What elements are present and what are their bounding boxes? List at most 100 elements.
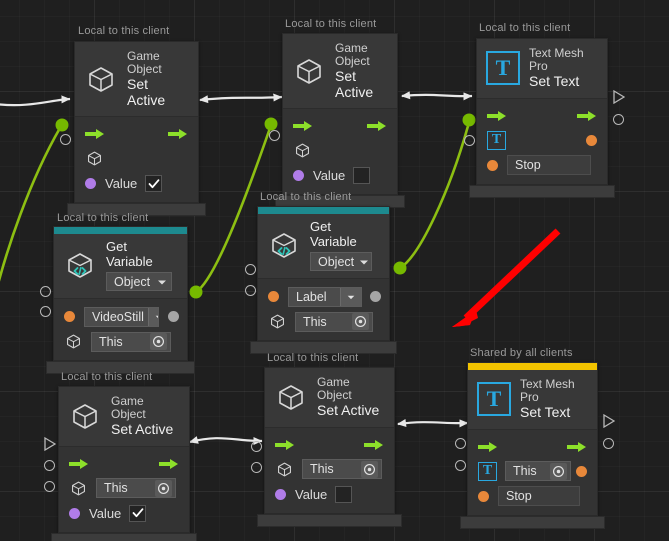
- value-checkbox[interactable]: [353, 167, 371, 185]
- port-gv1-in-b[interactable]: [40, 306, 51, 317]
- tmp-target-row[interactable]: T: [477, 128, 607, 153]
- object-port-dot[interactable]: [275, 488, 286, 500]
- value-input-row[interactable]: Value: [283, 163, 397, 188]
- port-object-in-2[interactable]: [269, 130, 280, 141]
- port-string-in-8[interactable]: [455, 460, 466, 471]
- port-flow-in-6[interactable]: [44, 437, 56, 451]
- text-value-field[interactable]: Stop: [498, 486, 580, 507]
- flow-out-arrow-icon[interactable]: [159, 458, 179, 470]
- flow-out-arrow-icon[interactable]: [567, 441, 587, 453]
- target-picker-icon[interactable]: [361, 460, 378, 478]
- flow-in-arrow-icon[interactable]: [293, 120, 313, 132]
- node-get-variable-1[interactable]: Get Variable Object VideoStill This: [46, 226, 195, 375]
- source-object-value: This: [303, 314, 327, 329]
- node-get-variable-2[interactable]: Get Variable Object Label This: [250, 206, 397, 355]
- node-set-text-2[interactable]: T Text Mesh Pro Set Text T This Stop: [460, 362, 605, 529]
- object-input-row[interactable]: [283, 138, 397, 163]
- value-checkbox[interactable]: [145, 175, 163, 193]
- variable-dropdown[interactable]: VideoStill: [84, 306, 159, 327]
- target-picker-icon[interactable]: [352, 313, 369, 331]
- flow-row: [283, 114, 397, 138]
- flow-wire-7-8: [397, 419, 469, 428]
- value-input-row[interactable]: Value: [75, 171, 198, 196]
- value-input-row[interactable]: Value: [59, 501, 189, 526]
- node-header: Get Variable Object: [54, 234, 187, 300]
- tmp-target-row[interactable]: T This: [468, 459, 597, 484]
- source-object-row[interactable]: This: [265, 457, 394, 482]
- flow-out-arrow-icon[interactable]: [577, 110, 597, 122]
- variable-dropdown[interactable]: Label: [288, 286, 362, 307]
- node-header: Game Object Set Active: [59, 387, 189, 447]
- flow-in-arrow-icon[interactable]: [275, 439, 295, 451]
- target-picker-icon[interactable]: [550, 462, 567, 480]
- value-input-row[interactable]: Value: [265, 482, 394, 507]
- text-input-row[interactable]: Stop: [468, 484, 597, 509]
- string-port-dot[interactable]: [487, 159, 498, 171]
- target-picker-icon[interactable]: [150, 333, 167, 351]
- object-port-dot[interactable]: [85, 178, 96, 190]
- dropdown-button[interactable]: [340, 287, 361, 306]
- object-input-row[interactable]: [75, 146, 198, 171]
- value-checkbox[interactable]: [129, 504, 147, 522]
- port-object-in-7[interactable]: [251, 441, 262, 452]
- port-string-out-8[interactable]: [603, 438, 614, 449]
- port-tmp-in-3[interactable]: [464, 135, 475, 146]
- port-object-in-1[interactable]: [60, 134, 71, 145]
- port-flow-out-8[interactable]: [603, 414, 615, 428]
- node-set-active-3[interactable]: Game Object Set Active This Value: [51, 386, 197, 541]
- source-object-row[interactable]: This: [258, 309, 389, 334]
- graph-canvas[interactable]: Local to this client Game Object Set Act…: [0, 0, 669, 541]
- flow-in-arrow-icon[interactable]: [69, 458, 89, 470]
- port-gv2-in-a[interactable]: [245, 264, 256, 275]
- object-port-dot[interactable]: [69, 507, 80, 519]
- string-port-dot[interactable]: [478, 490, 489, 502]
- node-set-active-1[interactable]: Game Object Set Active Value: [67, 41, 206, 217]
- chevron-down-icon: [347, 295, 355, 299]
- string-out-port-dot[interactable]: [576, 465, 587, 477]
- target-object-field[interactable]: This: [505, 461, 571, 482]
- port-object-in-6[interactable]: [44, 460, 55, 471]
- port-flow-out-3[interactable]: [613, 90, 625, 104]
- port-value-in-7[interactable]: [251, 462, 262, 473]
- flow-in-arrow-icon[interactable]: [487, 110, 507, 122]
- node-set-active-2[interactable]: Game Object Set Active Value: [275, 33, 405, 209]
- source-object-row[interactable]: This: [54, 329, 187, 354]
- object-port-dot[interactable]: [293, 170, 304, 182]
- port-gv1-in-a[interactable]: [40, 286, 51, 297]
- port-tmp-in-8[interactable]: [455, 438, 466, 449]
- source-object-field[interactable]: This: [91, 331, 171, 352]
- value-checkbox[interactable]: [335, 485, 353, 503]
- output-port-dot[interactable]: [370, 291, 381, 303]
- variable-name-row[interactable]: Label: [258, 284, 389, 309]
- port-gv2-in-b[interactable]: [245, 285, 256, 296]
- flow-out-arrow-icon[interactable]: [367, 120, 387, 132]
- flow-in-arrow-icon[interactable]: [478, 441, 498, 453]
- type-dropdown[interactable]: Object: [310, 252, 372, 272]
- variable-dropdown-value: Label: [296, 289, 327, 304]
- source-object-row[interactable]: This: [59, 476, 189, 501]
- string-port-dot[interactable]: [268, 291, 279, 303]
- node-footer: [51, 532, 197, 541]
- type-dropdown[interactable]: Object: [106, 272, 172, 292]
- source-object-field[interactable]: This: [295, 311, 373, 332]
- source-object-field[interactable]: This: [96, 478, 176, 499]
- string-out-port-dot[interactable]: [586, 134, 597, 146]
- flow-out-arrow-icon[interactable]: [168, 128, 188, 140]
- output-port-dot[interactable]: [168, 311, 179, 323]
- scope-accent-bar: [468, 363, 597, 370]
- source-object-field[interactable]: This: [302, 459, 382, 480]
- text-input-row[interactable]: Stop: [477, 153, 607, 178]
- port-string-out-3[interactable]: [613, 114, 624, 125]
- flow-in-arrow-icon[interactable]: [85, 128, 105, 140]
- node-set-active-4[interactable]: Game Object Set Active This Value: [257, 367, 402, 527]
- target-picker-icon[interactable]: [155, 479, 172, 497]
- flow-out-arrow-icon[interactable]: [364, 439, 384, 451]
- node-title-bottom: Set Active: [317, 401, 380, 418]
- dropdown-button[interactable]: [147, 307, 158, 326]
- node-set-text-1[interactable]: T Text Mesh Pro Set Text T Stop: [469, 38, 615, 198]
- string-port-dot[interactable]: [64, 311, 75, 323]
- text-value-field[interactable]: Stop: [507, 155, 591, 176]
- variable-name-row[interactable]: VideoStill: [54, 304, 187, 329]
- port-value-in-6[interactable]: [44, 481, 55, 492]
- cube-icon: [84, 62, 118, 96]
